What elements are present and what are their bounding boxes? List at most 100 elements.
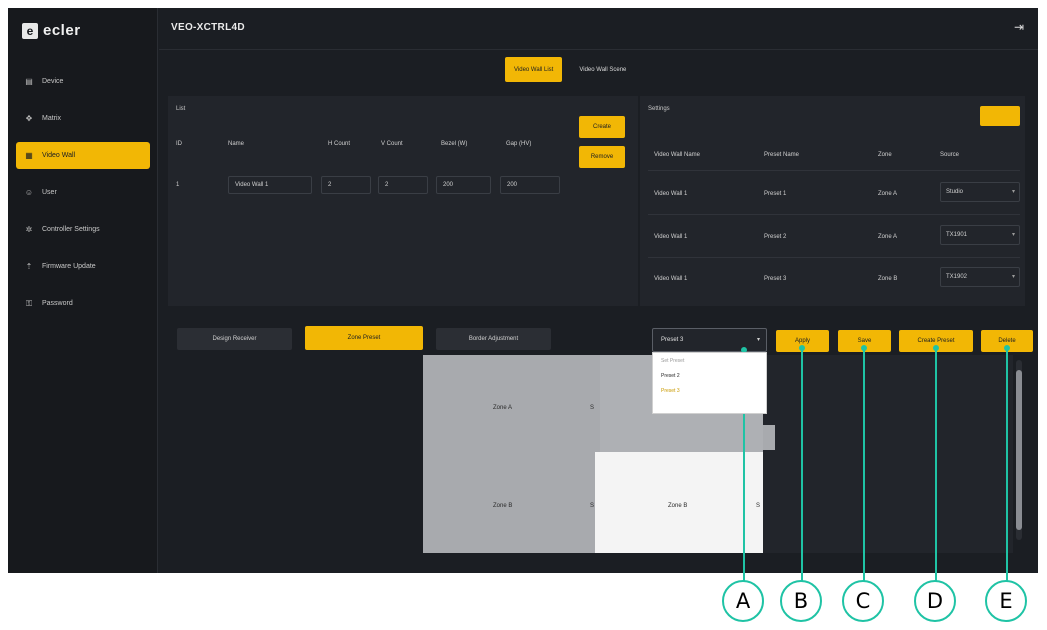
preset-name: Preset 2 [764,234,787,240]
callout-e: E [985,580,1027,622]
sidebar-item-label: Matrix [42,115,62,122]
zone-label: Zone B [668,503,688,509]
preset-dropdown: Set Preset Preset 2 Preset 3 [652,352,767,414]
zone-marker: S [590,405,595,411]
preset-select[interactable]: Preset 3 ▾ [652,328,767,352]
header: VEO-XCTRL4D ⇥ [159,8,1038,50]
design-receiver-button[interactable]: Design Receiver [177,328,292,350]
logo-text: ecler [43,22,81,39]
chevron-down-icon: ▾ [1011,274,1015,280]
user-icon: ☺ [24,188,34,197]
sidebar-item-label: Firmware Update [42,263,96,270]
scrollbar-thumb[interactable] [1016,370,1022,530]
logo-mark-icon: e [22,22,38,39]
sidebar-item-device[interactable]: ▤ Device [16,68,150,95]
source-select[interactable]: TX1902 ▾ [940,267,1020,287]
preset-name: Preset 1 [764,191,787,197]
wall-name: Video Wall 1 [654,276,688,282]
source-value: Studio [946,189,964,195]
tab-video-wall-scene[interactable]: Video Wall Scene [570,57,635,82]
border-adjustment-button[interactable]: Border Adjustment [436,328,551,350]
remove-button[interactable]: Remove [579,146,625,168]
sidebar: e ecler ▤ Device ✥ Matrix ▦ Video Wall ☺… [8,8,158,573]
sidebar-item-user[interactable]: ☺ User [16,179,150,206]
sidebar-item-label: Device [42,78,64,85]
gap-field[interactable]: 200 [500,176,560,194]
chevron-down-icon: ▾ [756,337,760,343]
column-header: Source [940,152,960,158]
wall-name: Video Wall 1 [654,191,688,197]
chevron-down-icon: ▾ [1011,189,1015,195]
firmware-icon: ⇡ [25,262,33,271]
tab-bar: Video Wall List Video Wall Scene [505,57,635,82]
settings-panel-label: Settings [648,106,670,112]
sidebar-item-password[interactable]: ⚿ Password [16,290,150,317]
dropdown-option[interactable]: Preset 3 [653,383,766,398]
zone-name: Zone A [878,234,898,240]
sidebar-item-label: Controller Settings [42,226,100,233]
settings-icon: ✲ [25,225,33,234]
callout-line [801,348,803,582]
sidebar-item-label: Password [42,300,73,307]
callout-line [935,348,937,582]
preset-name: Preset 3 [764,276,787,282]
settings-action-button[interactable] [980,106,1020,126]
wall-name: Video Wall 1 [654,234,688,240]
column-header: Name [228,141,245,147]
h-count-field[interactable]: 2 [321,176,371,194]
callout-d: D [914,580,956,622]
list-panel-label: List [176,106,186,112]
callout-dot [933,345,939,351]
column-header: V Count [381,141,403,147]
callout-line [1006,348,1008,582]
sidebar-item-video-wall[interactable]: ▦ Video Wall [16,142,150,169]
callout-dot [861,345,867,351]
callout-c: C [842,580,884,622]
sidebar-item-matrix[interactable]: ✥ Matrix [16,105,150,132]
logout-icon[interactable]: ⇥ [1014,20,1024,34]
sidebar-nav: ▤ Device ✥ Matrix ▦ Video Wall ☺ User ✲ … [16,68,150,327]
video-wall-icon: ▦ [25,151,33,160]
callout-b: B [780,580,822,622]
sidebar-item-firmware-update[interactable]: ⇡ Firmware Update [16,253,150,280]
callout-a: A [722,580,764,622]
source-select[interactable]: Studio ▾ [940,182,1020,202]
sidebar-item-label: Video Wall [42,152,76,159]
zone-preset-button[interactable]: Zone Preset [305,326,423,350]
row-divider [648,170,1020,171]
zone-label: Zone B [493,503,513,509]
callout-line [863,348,865,582]
source-value: TX1902 [946,274,968,280]
tab-video-wall-list[interactable]: Video Wall List [505,57,563,82]
sidebar-item-label: User [42,189,57,196]
row-id: 1 [176,182,180,188]
v-count-field[interactable]: 2 [378,176,428,194]
row-divider [648,257,1020,258]
callout-dot [799,345,805,351]
scrollbar[interactable] [1016,360,1022,540]
zone-name: Zone A [878,191,898,197]
source-select[interactable]: TX1901 ▾ [940,225,1020,245]
column-header: ID [176,141,182,147]
column-header: Preset Name [764,152,800,158]
dropdown-option[interactable]: Set Preset [653,353,766,368]
device-icon: ▤ [25,77,33,86]
column-header: Gap (HV) [506,141,532,147]
column-header: Zone [878,152,892,158]
canvas-edge [763,425,775,450]
bezel-field[interactable]: 200 [436,176,491,194]
settings-panel: Settings Video Wall Name Preset Name Zon… [640,96,1025,306]
matrix-icon: ✥ [25,114,33,123]
preset-select-value: Preset 3 [661,337,684,343]
source-value: TX1901 [946,232,968,238]
column-header: Video Wall Name [654,152,701,158]
row-divider [648,214,1020,215]
password-icon: ⚿ [25,298,33,308]
page-title: VEO-XCTRL4D [171,22,245,33]
name-field[interactable]: Video Wall 1 [228,176,312,194]
zone-marker: S [756,503,761,509]
dropdown-option[interactable]: Preset 2 [653,368,766,383]
sidebar-item-controller-settings[interactable]: ✲ Controller Settings [16,216,150,243]
chevron-down-icon: ▾ [1011,232,1015,238]
create-button[interactable]: Create [579,116,625,138]
